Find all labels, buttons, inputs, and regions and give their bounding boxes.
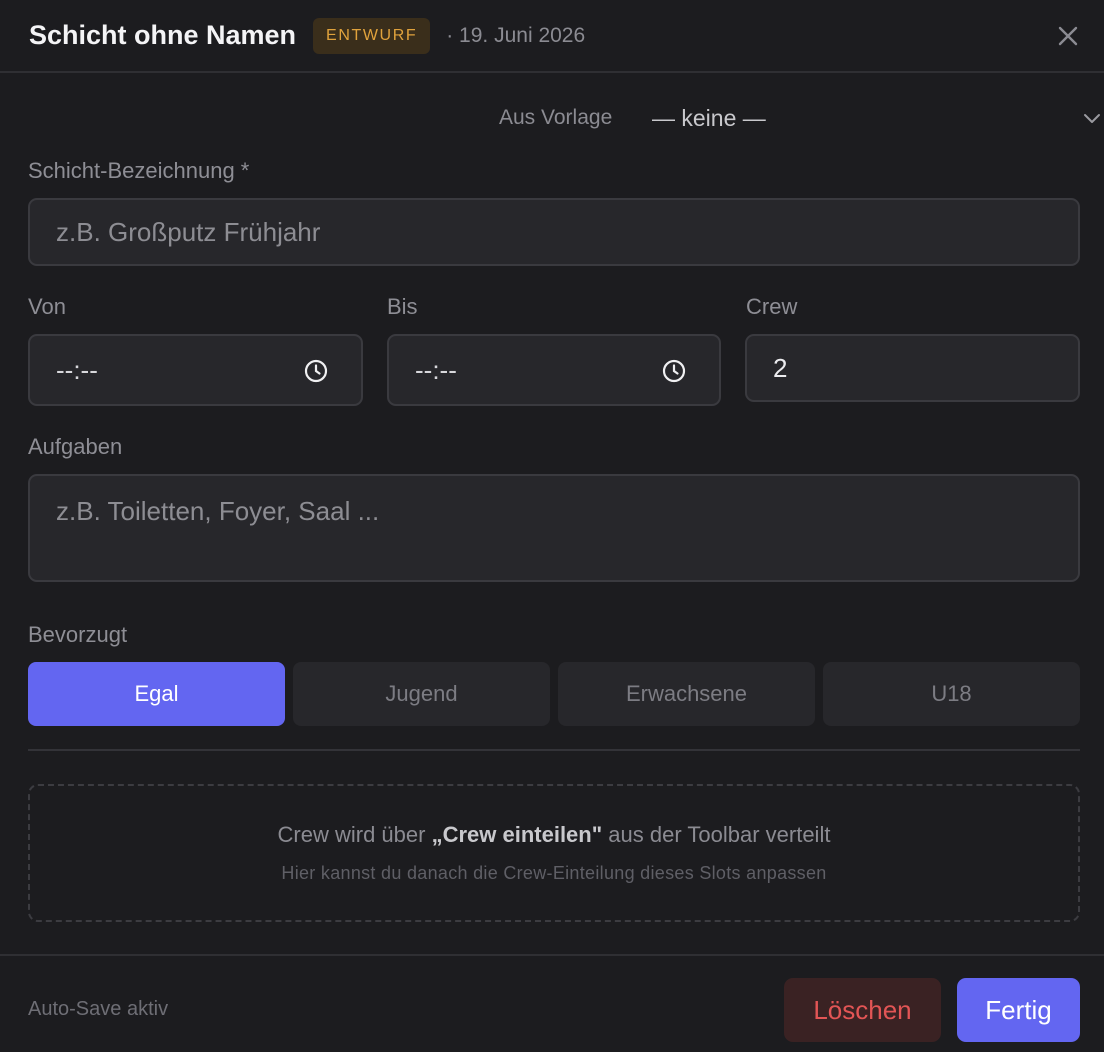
close-button[interactable] (1057, 25, 1079, 47)
tasks-textarea[interactable]: z.B. Toiletten, Foyer, Saal ... (28, 474, 1080, 582)
preference-option-erwachsene[interactable]: Erwachsene (558, 662, 815, 726)
preference-option-u18[interactable]: U18 (823, 662, 1080, 726)
status-badge: ENTWURF (313, 17, 431, 54)
to-label: Bis (387, 294, 418, 319)
from-label: Von (28, 294, 66, 319)
shift-name-label: Schicht-Bezeichnung * (28, 158, 250, 183)
to-time-value: --:-- (415, 354, 457, 385)
close-icon (1058, 26, 1078, 46)
shift-name-placeholder: z.B. Großputz Frühjahr (56, 216, 321, 247)
template-select[interactable]: Aus Vorlage — keine — (0, 73, 1104, 163)
crew-info-text: Crew wird über „Crew einteilen" aus der … (30, 822, 1078, 848)
from-time-input[interactable]: --:-- (28, 334, 363, 406)
crew-info-subtext: Hier kannst du danach die Crew-Einteilun… (281, 863, 827, 883)
section-divider (28, 749, 1080, 751)
clock-icon[interactable] (661, 358, 687, 384)
autosave-status: Auto-Save aktiv (28, 998, 169, 1020)
dialog-title: Schicht ohne Namen (29, 20, 297, 50)
preference-option-egal[interactable]: Egal (28, 662, 285, 726)
preference-option-jugend[interactable]: Jugend (293, 662, 550, 726)
dialog-footer: Auto-Save aktiv Löschen Fertig (0, 954, 1104, 1052)
done-button[interactable]: Fertig (957, 978, 1080, 1042)
crew-info-prefix: Crew wird über (277, 822, 432, 847)
shift-name-input[interactable]: z.B. Großputz Frühjahr (28, 198, 1080, 266)
to-time-input[interactable]: --:-- (387, 334, 721, 406)
crew-info-highlight: „Crew einteilen" (431, 822, 603, 847)
template-value: — keine — (652, 105, 766, 131)
crew-count-value: 2 (773, 352, 788, 383)
crew-info-suffix: aus der Toolbar verteilt (602, 822, 831, 847)
chevron-down-icon (1082, 108, 1102, 128)
delete-button[interactable]: Löschen (784, 978, 941, 1042)
from-time-value: --:-- (56, 354, 98, 385)
tasks-label: Aufgaben (28, 434, 123, 459)
crew-label: Crew (746, 294, 798, 319)
tasks-placeholder: z.B. Toiletten, Foyer, Saal ... (56, 496, 380, 526)
dialog-header: Schicht ohne Namen ENTWURF · 19. Juni 20… (0, 0, 1104, 73)
crew-info-box: Crew wird über „Crew einteilen" aus der … (28, 784, 1080, 922)
shift-date: · 19. Juni 2026 (446, 23, 586, 47)
clock-icon[interactable] (303, 358, 329, 384)
preference-label: Bevorzugt (28, 622, 128, 647)
shift-dialog: Schicht ohne Namen ENTWURF · 19. Juni 20… (0, 0, 1104, 1052)
crew-count-input[interactable]: 2 (745, 334, 1080, 402)
template-label: Aus Vorlage (499, 106, 613, 129)
